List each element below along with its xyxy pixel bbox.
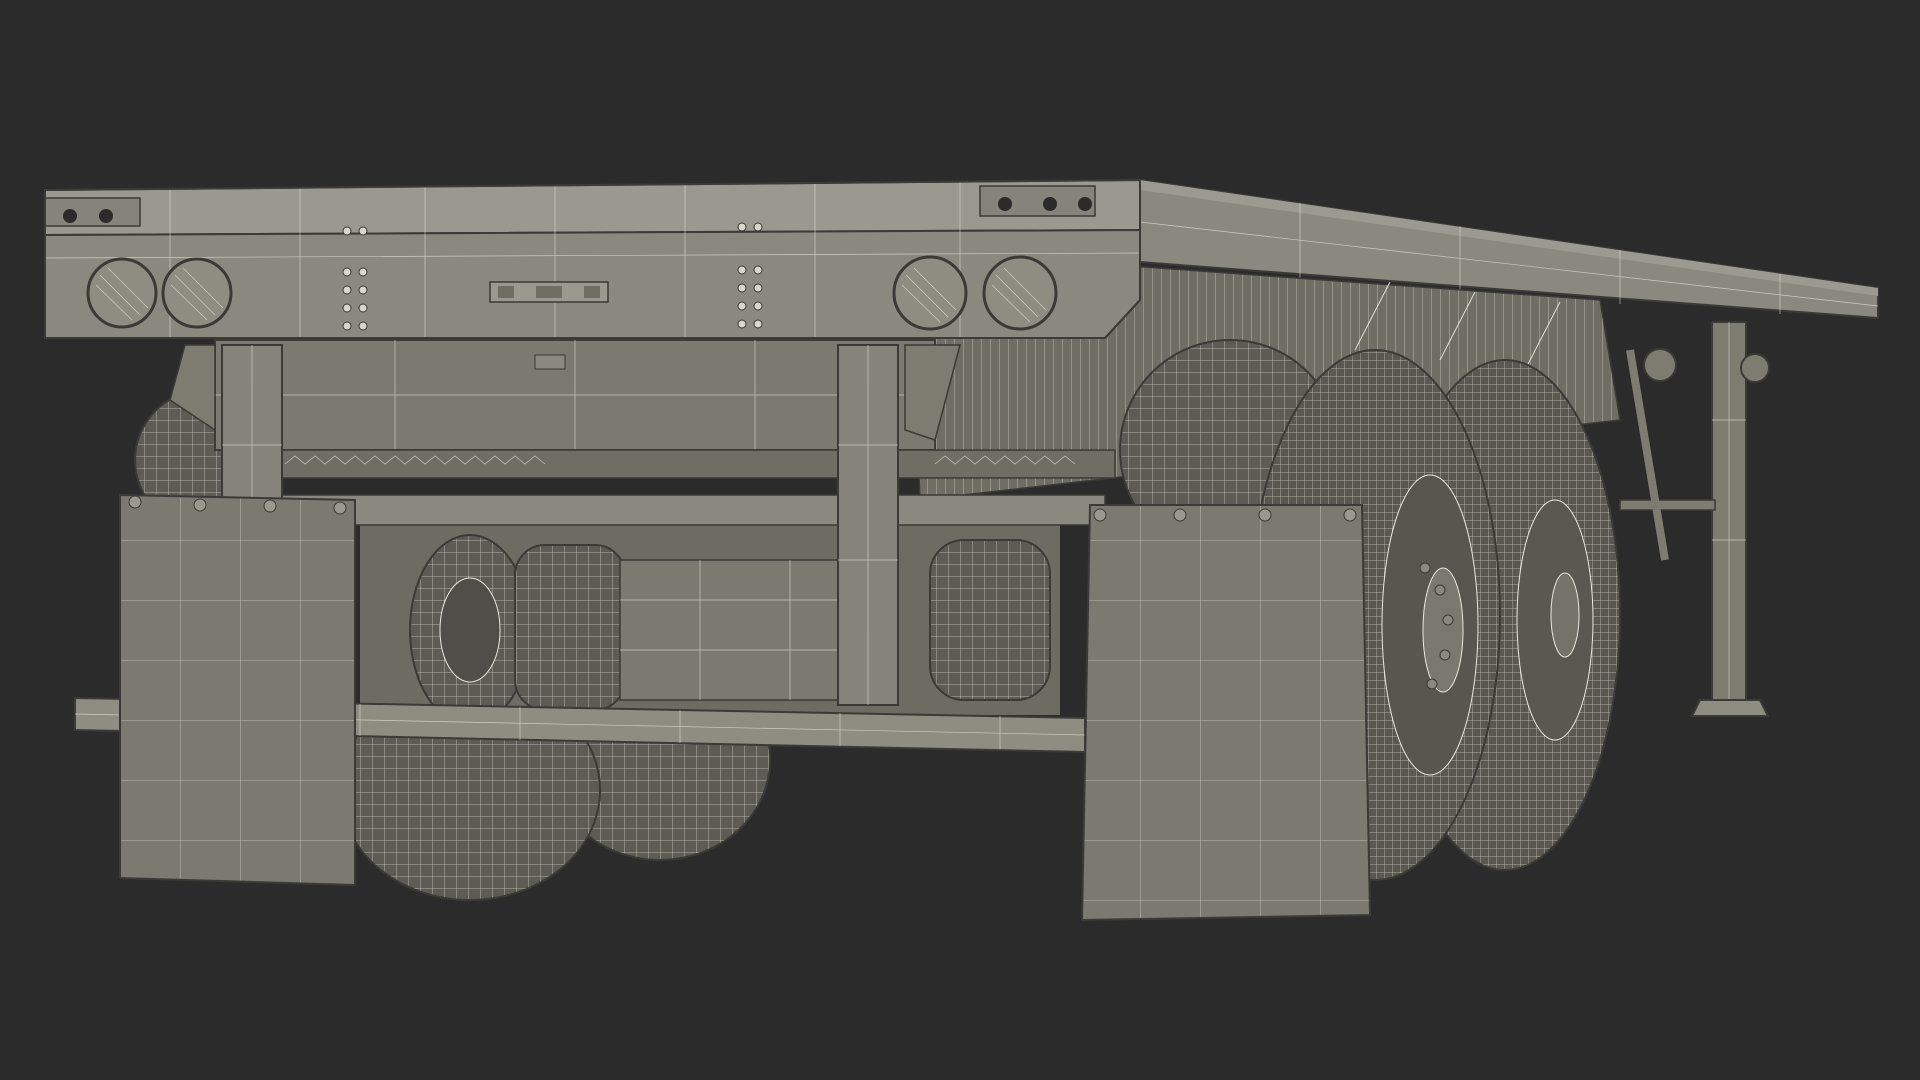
tail-light-left-outer [86,257,158,329]
axle-assembly [360,500,1060,726]
tail-light-right-inner [892,255,968,331]
tail-light-left-inner [161,257,233,329]
mud-flap-right [1080,504,1372,922]
tail-light-right-outer [982,255,1058,331]
mud-flap-left [119,493,356,887]
landing-gear [1619,321,1770,717]
trailer-render [0,0,1920,1080]
